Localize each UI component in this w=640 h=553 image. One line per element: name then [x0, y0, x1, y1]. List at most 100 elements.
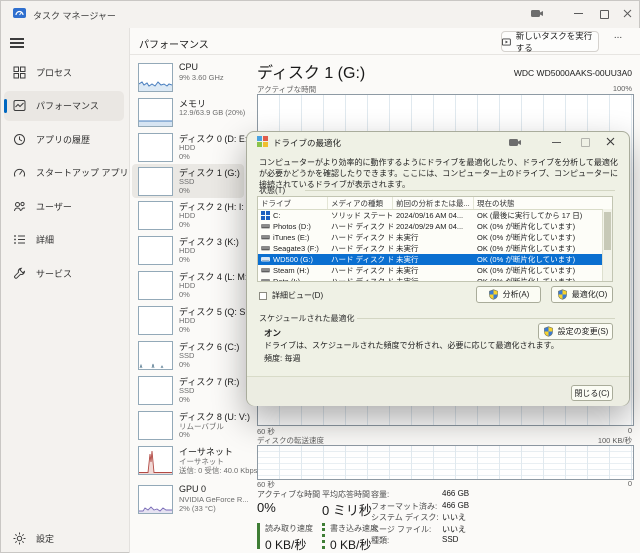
- dialog-minimize-button[interactable]: [552, 142, 561, 143]
- dialog-title: ドライブの最適化: [273, 137, 341, 149]
- perf-item-disk2[interactable]: ディスク 2 (H: I: J:) HDD 0%: [132, 198, 244, 232]
- drive-row[interactable]: Photos (D:) ハード ディスク ドライブ 2024/09/29 AM …: [258, 221, 612, 232]
- services-icon: [13, 267, 26, 280]
- scrollbar-thumb[interactable]: [604, 212, 611, 250]
- details-icon: [13, 233, 26, 246]
- page-file-label: ページ ファイル:: [371, 524, 431, 535]
- drive-row[interactable]: iTunes (E:) ハード ディスク ドライブ 未実行 OK (0% が断片…: [258, 232, 612, 243]
- sidebar-item-services[interactable]: サービス: [4, 259, 124, 289]
- perf-item-disk6[interactable]: ディスク 6 (C:) SSD 0%: [132, 338, 244, 372]
- sidebar-item-settings[interactable]: 設定: [4, 524, 124, 553]
- sidebar-item-app-history[interactable]: アプリの履歴: [4, 125, 124, 155]
- capacity-value: 466 GB: [442, 489, 469, 498]
- run-new-task-icon: [502, 37, 511, 47]
- capacity-label: 容量:: [371, 489, 389, 500]
- drive-icon: [261, 234, 270, 241]
- drive-list: ドライブ メディアの種類 前回の分析または最... 現在の状態 C: ソリッド …: [257, 196, 613, 282]
- drive-row[interactable]: Steam (H:) ハード ディスク ドライブ 未実行 OK (0% が断片化…: [258, 265, 612, 276]
- sidebar-item-processes[interactable]: プロセス: [4, 58, 124, 88]
- hamburger-menu-icon[interactable]: [10, 38, 24, 48]
- drive-list-scrollbar[interactable]: [602, 209, 612, 281]
- sidebar-item-label: パフォーマンス: [36, 99, 99, 112]
- dialog-footer: 閉じる(C): [247, 376, 629, 406]
- perf-item-disk0[interactable]: ディスク 0 (D: E: F:) HDD 0%: [132, 130, 244, 164]
- disk-sparkline: [138, 411, 173, 440]
- sidebar-item-users[interactable]: ユーザー: [4, 192, 124, 222]
- column-last-run[interactable]: 前回の分析または最...: [393, 197, 474, 209]
- sidebar-item-startup-apps[interactable]: スタートアップ アプリ: [4, 158, 124, 188]
- dialog-titlebar: ドライブの最適化: [247, 132, 629, 151]
- page-file-value: いいえ: [442, 524, 466, 535]
- close-dialog-button[interactable]: 閉じる(C): [571, 385, 613, 401]
- perf-item-ethernet[interactable]: イーサネット イーサネット 送信: 0 受信: 40.0 Kbps: [132, 443, 244, 477]
- drive-row[interactable]: C: ソリッド ステート ドライブ 2024/09/16 AM 04... OK…: [258, 210, 612, 221]
- run-new-task-button[interactable]: 新しいタスクを実行する: [501, 31, 599, 52]
- column-media-type[interactable]: メディアの種類: [328, 197, 393, 209]
- optimize-drives-dialog: ドライブの最適化 コンピューターがより効率的に動作するようにドライブを最適化した…: [246, 131, 630, 406]
- perf-item-gpu0[interactable]: GPU 0 NVIDIA GeForce R... 2% (33 °C): [132, 482, 244, 516]
- detail-view-checkbox-row[interactable]: 詳細ビュー(D): [259, 290, 323, 301]
- schedule-description: ドライブは、スケジュールされた頻度で分析され、必要に応じて最適化されます。: [264, 340, 559, 351]
- sidebar-item-label: 設定: [36, 532, 54, 545]
- active-time-stat-label: アクティブな時間: [257, 489, 320, 500]
- transfer-rate-chart: [257, 445, 634, 480]
- active-time-stat-value: 0%: [257, 500, 276, 515]
- windows-drive-icon: [261, 211, 270, 220]
- change-settings-button[interactable]: 設定の変更(S): [538, 323, 613, 340]
- maximize-button[interactable]: [600, 10, 609, 19]
- drive-row-selected[interactable]: WD500 (G:) ハード ディスク ドライブ 未実行 OK (0% が断片化…: [258, 254, 612, 265]
- sidebar-item-performance[interactable]: パフォーマンス: [4, 91, 124, 121]
- dialog-close-button[interactable]: [606, 137, 615, 146]
- schedule-state: オン: [264, 327, 281, 339]
- optimize-drives-app-icon: [257, 136, 268, 147]
- drive-row[interactable]: Data (I:) ハード ディスク ドライブ 未実行 OK (0% が断片化し…: [258, 276, 612, 282]
- read-speed-stat: 読み取り速度 0 KB/秒: [257, 523, 313, 549]
- perf-item-disk1[interactable]: ディスク 1 (G:) SSD 0%: [132, 164, 244, 198]
- task-manager-window: タスク マネージャー プロセス: [0, 0, 640, 553]
- drive-icon: [261, 245, 270, 252]
- minimize-button[interactable]: [574, 13, 583, 14]
- analyze-button[interactable]: 分析(A): [476, 286, 541, 303]
- drive-row[interactable]: Seagate3 (F:) ハード ディスク ドライブ 未実行 OK (0% が…: [258, 243, 612, 254]
- drive-icon: [261, 223, 270, 230]
- perf-item-disk3[interactable]: ディスク 3 (K:) HDD 0%: [132, 233, 244, 267]
- read-speed-value: 0 KB/秒: [265, 536, 313, 553]
- run-new-task-label: 新しいタスクを実行する: [516, 30, 598, 54]
- disk-sparkline: [138, 133, 173, 162]
- sidebar-item-label: サービス: [36, 267, 72, 280]
- camera-icon: [531, 9, 543, 18]
- drive-icon: [261, 267, 270, 274]
- dialog-maximize-button: [581, 138, 590, 147]
- disk-sparkline: [138, 306, 173, 335]
- gpu-sparkline: [138, 485, 173, 514]
- perf-item-disk4[interactable]: ディスク 4 (L: M: N: O:) HDD 0%: [132, 268, 244, 302]
- column-drive[interactable]: ドライブ: [258, 197, 328, 209]
- uac-shield-icon: [557, 289, 568, 300]
- formatted-value: 466 GB: [442, 501, 469, 510]
- perf-item-disk5[interactable]: ディスク 5 (Q: S:) HDD 0%: [132, 303, 244, 337]
- optimize-button[interactable]: 最適化(O): [551, 286, 613, 303]
- ethernet-sparkline: [138, 446, 173, 475]
- schedule-group-line: [357, 318, 615, 319]
- perf-item-disk7[interactable]: ディスク 7 (R:) SSD 0%: [132, 373, 244, 407]
- disk-sparkline: [138, 236, 173, 265]
- sidebar-item-details[interactable]: 詳細: [4, 225, 124, 255]
- drive-list-header: ドライブ メディアの種類 前回の分析または最... 現在の状態: [258, 197, 612, 210]
- perf-item-disk8[interactable]: ディスク 8 (U: V:) リムーバブル 0%: [132, 408, 244, 442]
- sidebar-item-label: アプリの履歴: [36, 133, 90, 146]
- close-button-label: 閉じる(C): [574, 388, 609, 399]
- window-titlebar: タスク マネージャー: [0, 0, 640, 28]
- drive-icon: [261, 278, 270, 282]
- formatted-label: フォーマット済み:: [371, 501, 437, 512]
- perf-item-memory[interactable]: メモリ 12.9/63.9 GB (20%): [132, 95, 244, 129]
- more-options-button[interactable]: ...: [607, 30, 629, 49]
- page-header-strip: パフォーマンス 新しいタスクを実行する ...: [130, 28, 640, 55]
- status-group-label: 状態(T): [259, 185, 285, 196]
- sidebar-item-label: スタートアップ アプリ: [36, 166, 129, 179]
- disk-sparkline: [138, 341, 173, 370]
- perf-item-cpu[interactable]: CPU 9% 3.60 GHz: [132, 60, 244, 94]
- close-button[interactable]: [623, 9, 632, 18]
- startup-apps-icon: [13, 166, 26, 179]
- column-current-status[interactable]: 現在の状態: [474, 197, 605, 209]
- detail-view-checkbox[interactable]: [259, 292, 267, 300]
